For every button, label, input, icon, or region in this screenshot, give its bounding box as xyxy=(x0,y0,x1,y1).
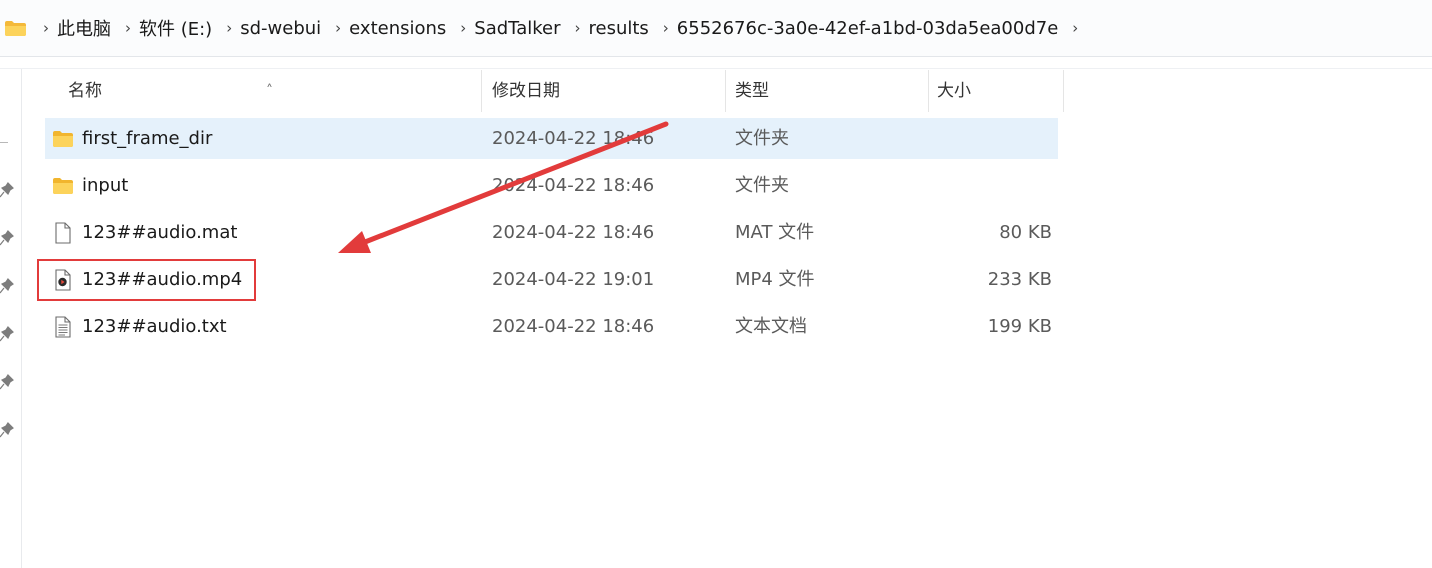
column-header-label: 类型 xyxy=(735,81,769,101)
column-header-name[interactable]: 名称 ˄ xyxy=(47,70,482,112)
divider xyxy=(0,68,1432,69)
column-header-size[interactable]: 大小 xyxy=(929,70,1064,112)
text-file-icon xyxy=(55,316,71,338)
column-header-label: 大小 xyxy=(937,81,971,101)
pin-icon[interactable] xyxy=(0,230,14,246)
chevron-right-icon[interactable]: › xyxy=(330,19,346,37)
address-bar[interactable]: › 此电脑 › 软件 (E:) › sd-webui › extensions … xyxy=(0,0,1432,57)
pin-icon[interactable] xyxy=(0,278,14,294)
chevron-right-icon[interactable]: › xyxy=(120,19,136,37)
file-row[interactable]: input 2024-04-22 18:46 文件夹 xyxy=(45,165,1058,206)
chevron-right-icon[interactable]: › xyxy=(221,19,237,37)
file-icon xyxy=(55,222,71,244)
file-type: MP4 文件 xyxy=(735,269,815,290)
file-size: 80 KB xyxy=(999,222,1052,243)
file-type: 文本文档 xyxy=(735,316,807,337)
chevron-right-icon[interactable]: › xyxy=(658,19,674,37)
file-type: 文件夹 xyxy=(735,128,789,149)
pin-icon[interactable] xyxy=(0,182,14,198)
breadcrumb-item[interactable]: SadTalker xyxy=(471,18,569,39)
breadcrumb-item[interactable]: 此电脑 xyxy=(54,15,120,41)
breadcrumb-item[interactable]: 6552676c-3a0e-42ef-a1bd-03da5ea00d7e xyxy=(674,18,1068,39)
annotation-highlight-box xyxy=(37,259,256,301)
file-row[interactable]: 123##audio.txt 2024-04-22 18:46 文本文档 199… xyxy=(45,306,1058,347)
pin-icon[interactable] xyxy=(0,422,14,438)
file-date: 2024-04-22 18:46 xyxy=(492,316,655,337)
file-list: first_frame_dir 2024-04-22 18:46 文件夹 inp… xyxy=(45,118,1058,353)
breadcrumb: › 此电脑 › 软件 (E:) › sd-webui › extensions … xyxy=(38,0,1083,56)
file-name: first_frame_dir xyxy=(82,128,213,149)
chevron-right-icon[interactable]: › xyxy=(455,19,471,37)
file-date: 2024-04-22 19:01 xyxy=(492,269,655,290)
file-type: 文件夹 xyxy=(735,175,789,196)
file-size: 233 KB xyxy=(987,269,1052,290)
navigation-pane[interactable] xyxy=(0,69,22,568)
file-size: 199 KB xyxy=(987,316,1052,337)
breadcrumb-item[interactable]: results xyxy=(585,18,657,39)
chevron-right-icon[interactable]: › xyxy=(569,19,585,37)
file-date: 2024-04-22 18:46 xyxy=(492,128,655,149)
sort-ascending-icon: ˄ xyxy=(266,83,273,99)
file-name: 123##audio.mat xyxy=(82,222,238,243)
folder-icon xyxy=(53,131,73,147)
column-header-date[interactable]: 修改日期 xyxy=(482,70,726,112)
pin-icon[interactable] xyxy=(0,326,14,342)
file-name: input xyxy=(82,175,129,196)
column-headers: 名称 ˄ 修改日期 类型 大小 xyxy=(47,70,1064,112)
chevron-right-icon[interactable]: › xyxy=(38,19,54,37)
file-date: 2024-04-22 18:46 xyxy=(492,175,655,196)
breadcrumb-item[interactable]: extensions xyxy=(346,18,455,39)
breadcrumb-item[interactable]: sd-webui xyxy=(237,18,330,39)
folder-icon xyxy=(5,21,26,36)
file-row[interactable]: first_frame_dir 2024-04-22 18:46 文件夹 xyxy=(45,118,1058,159)
pin-icon[interactable] xyxy=(0,374,14,390)
column-header-type[interactable]: 类型 xyxy=(726,70,929,112)
column-header-label: 名称 xyxy=(68,81,102,101)
file-row[interactable]: 123##audio.mat 2024-04-22 18:46 MAT 文件 8… xyxy=(45,212,1058,253)
file-date: 2024-04-22 18:46 xyxy=(492,222,655,243)
breadcrumb-item[interactable]: 软件 (E:) xyxy=(136,15,221,41)
folder-icon xyxy=(53,178,73,194)
chevron-right-icon[interactable]: › xyxy=(1067,19,1083,37)
column-header-label: 修改日期 xyxy=(492,81,560,101)
file-type: MAT 文件 xyxy=(735,222,815,243)
file-name: 123##audio.txt xyxy=(82,316,227,337)
divider xyxy=(0,142,8,143)
